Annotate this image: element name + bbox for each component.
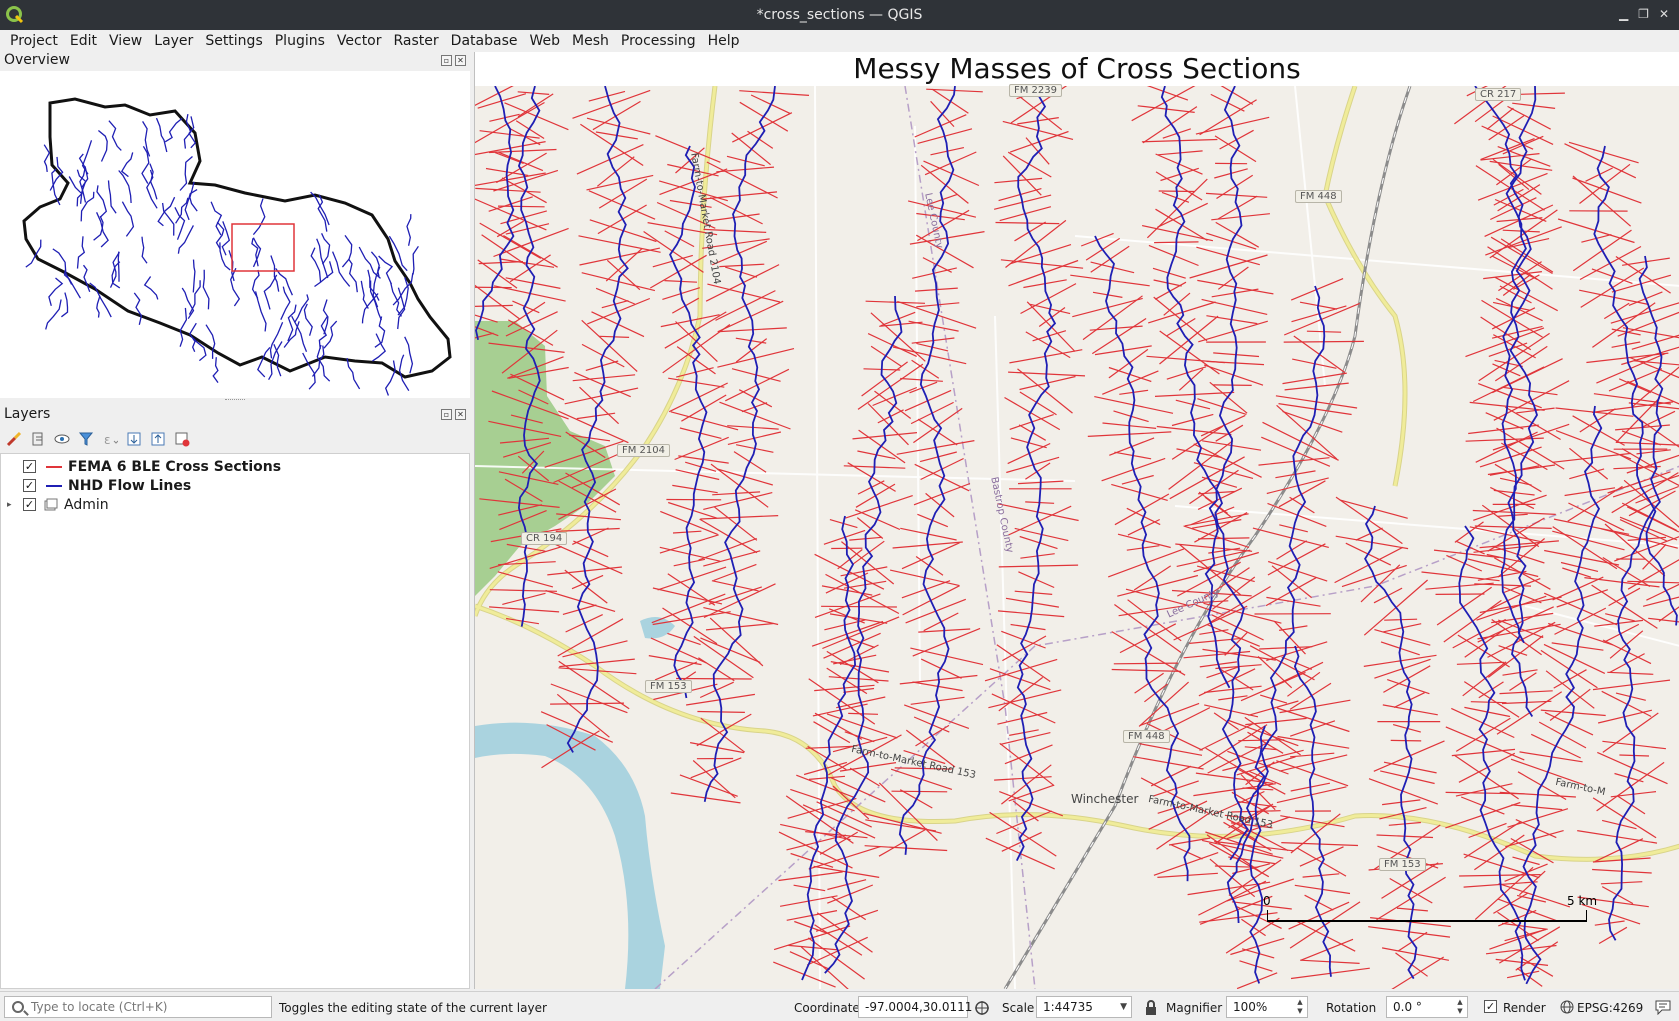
layers-panel-title: Layers	[4, 406, 51, 422]
expand-all-icon[interactable]	[124, 429, 144, 449]
overview-panel-title: Overview	[4, 52, 70, 68]
svg-text:ε: ε	[104, 433, 111, 447]
scale-end-label: 5 km	[1567, 894, 1598, 908]
menu-plugins[interactable]: Plugins	[269, 30, 331, 52]
title-bar: *cross_sections — QGIS ▁ ❐ ✕	[0, 0, 1679, 30]
map-title: Messy Masses of Cross Sections	[853, 52, 1301, 85]
menu-database[interactable]: Database	[445, 30, 524, 52]
coordinate-extent-toggle-icon[interactable]	[974, 1000, 990, 1016]
map-canvas[interactable]: Messy Masses of Cross Sections FM 2239 C…	[474, 52, 1679, 989]
layer-row-admin-group[interactable]: ▸ ✓ Admin	[1, 495, 109, 514]
group-folder-icon	[44, 498, 58, 510]
road-label: FM 448	[1295, 190, 1342, 203]
road-label: FM 448	[1123, 730, 1170, 743]
crs-label[interactable]: EPSG:4269	[1577, 1001, 1643, 1015]
map-graphic	[475, 86, 1679, 989]
road-label: FM 153	[1379, 858, 1426, 871]
layer-name: Admin	[64, 496, 109, 513]
menu-layer[interactable]: Layer	[148, 30, 199, 52]
close-panel-icon[interactable]: ✕	[455, 409, 466, 420]
layer-name: FEMA 6 BLE Cross Sections	[68, 458, 282, 475]
rotation-label: Rotation	[1326, 1001, 1377, 1015]
magnifier-spinbox[interactable]: 100% ▲ ▼	[1226, 996, 1308, 1018]
menu-edit[interactable]: Edit	[64, 30, 103, 52]
status-bar: Type to locate (Ctrl+K) Toggles the edit…	[0, 991, 1679, 1021]
visibility-eye-icon[interactable]	[52, 429, 72, 449]
restore-icon[interactable]: ❐	[1638, 7, 1649, 21]
layer-row-nhd-flow-lines[interactable]: ✓ NHD Flow Lines	[1, 476, 191, 495]
rotation-spinbox[interactable]: 0.0 ° ▲ ▼	[1386, 996, 1468, 1018]
coordinate-label: Coordinate	[794, 1001, 860, 1015]
menu-project[interactable]: Project	[4, 30, 64, 52]
messages-icon[interactable]	[1654, 999, 1672, 1015]
close-panel-icon[interactable]: ✕	[455, 55, 466, 66]
overview-panel-header: Overview ▫ ✕	[0, 52, 470, 70]
menu-view[interactable]: View	[103, 30, 148, 52]
layers-panel-header: Layers ▫ ✕	[0, 406, 470, 424]
magnifier-label: Magnifier	[1166, 1001, 1223, 1015]
render-checkbox[interactable]: ✓	[1484, 1000, 1497, 1013]
minimize-icon[interactable]: ▁	[1619, 7, 1628, 21]
layers-tree[interactable]: ✓ FEMA 6 BLE Cross Sections ✓ NHD Flow L…	[0, 453, 470, 989]
scale-label: Scale	[1002, 1001, 1035, 1015]
layer-visibility-checkbox[interactable]: ✓	[23, 479, 36, 492]
style-brush-icon[interactable]	[4, 429, 24, 449]
road-label: FM 153	[645, 680, 692, 693]
layer-visibility-checkbox[interactable]: ✓	[23, 498, 36, 511]
road-label: CR 217	[1475, 88, 1522, 101]
chevron-down-icon[interactable]: ▼	[1120, 997, 1127, 1017]
filter-expression-icon[interactable]: ε	[100, 429, 120, 449]
add-group-icon[interactable]	[28, 429, 48, 449]
menu-processing[interactable]: Processing	[615, 30, 702, 52]
menu-help[interactable]: Help	[702, 30, 746, 52]
search-icon	[12, 1001, 24, 1013]
layer-name: NHD Flow Lines	[68, 477, 192, 494]
scale-combobox[interactable]: 1:44735 ▼	[1036, 996, 1132, 1018]
lock-scale-icon[interactable]	[1144, 1000, 1158, 1016]
scale-bar	[1267, 910, 1587, 922]
menu-web[interactable]: Web	[523, 30, 566, 52]
line-symbol-icon	[46, 484, 62, 487]
place-label-winchester: Winchester	[1071, 792, 1139, 806]
spin-arrows-icon[interactable]: ▲ ▼	[1294, 998, 1306, 1016]
float-panel-icon[interactable]: ▫	[441, 409, 452, 420]
road-label: FM 2239	[1009, 84, 1063, 97]
window-title: *cross_sections — QGIS	[756, 7, 923, 23]
overview-map[interactable]	[0, 71, 470, 398]
locator-search-input[interactable]: Type to locate (Ctrl+K)	[4, 996, 272, 1018]
filter-legend-icon[interactable]	[76, 429, 96, 449]
overview-basin-graphic	[22, 97, 452, 396]
layer-visibility-checkbox[interactable]: ✓	[23, 460, 36, 473]
globe-crs-icon[interactable]	[1560, 1000, 1574, 1014]
menu-settings[interactable]: Settings	[199, 30, 268, 52]
line-symbol-icon	[46, 465, 62, 468]
spin-arrows-icon[interactable]: ▲ ▼	[1454, 998, 1466, 1016]
road-label: CR 194	[521, 532, 568, 545]
scale-start-label: 0	[1263, 894, 1271, 908]
menu-raster[interactable]: Raster	[388, 30, 445, 52]
panel-splitter[interactable]	[225, 399, 245, 403]
float-panel-icon[interactable]: ▫	[441, 55, 452, 66]
expand-arrow-icon[interactable]: ▸	[7, 500, 17, 510]
coordinate-field[interactable]: -97.0004,30.0111	[858, 996, 972, 1018]
close-window-icon[interactable]: ✕	[1659, 7, 1669, 21]
collapse-all-icon[interactable]	[148, 429, 168, 449]
render-label: Render	[1503, 1001, 1546, 1015]
menu-bar: Project Edit View Layer Settings Plugins…	[0, 30, 1679, 52]
status-message: Toggles the editing state of the current…	[279, 1001, 547, 1015]
layers-toolbar: ε	[4, 428, 192, 450]
layer-row-fema-cross-sections[interactable]: ✓ FEMA 6 BLE Cross Sections	[1, 457, 281, 476]
road-label: FM 2104	[617, 444, 671, 457]
remove-layer-icon[interactable]	[172, 429, 192, 449]
menu-mesh[interactable]: Mesh	[566, 30, 615, 52]
menu-vector[interactable]: Vector	[331, 30, 388, 52]
